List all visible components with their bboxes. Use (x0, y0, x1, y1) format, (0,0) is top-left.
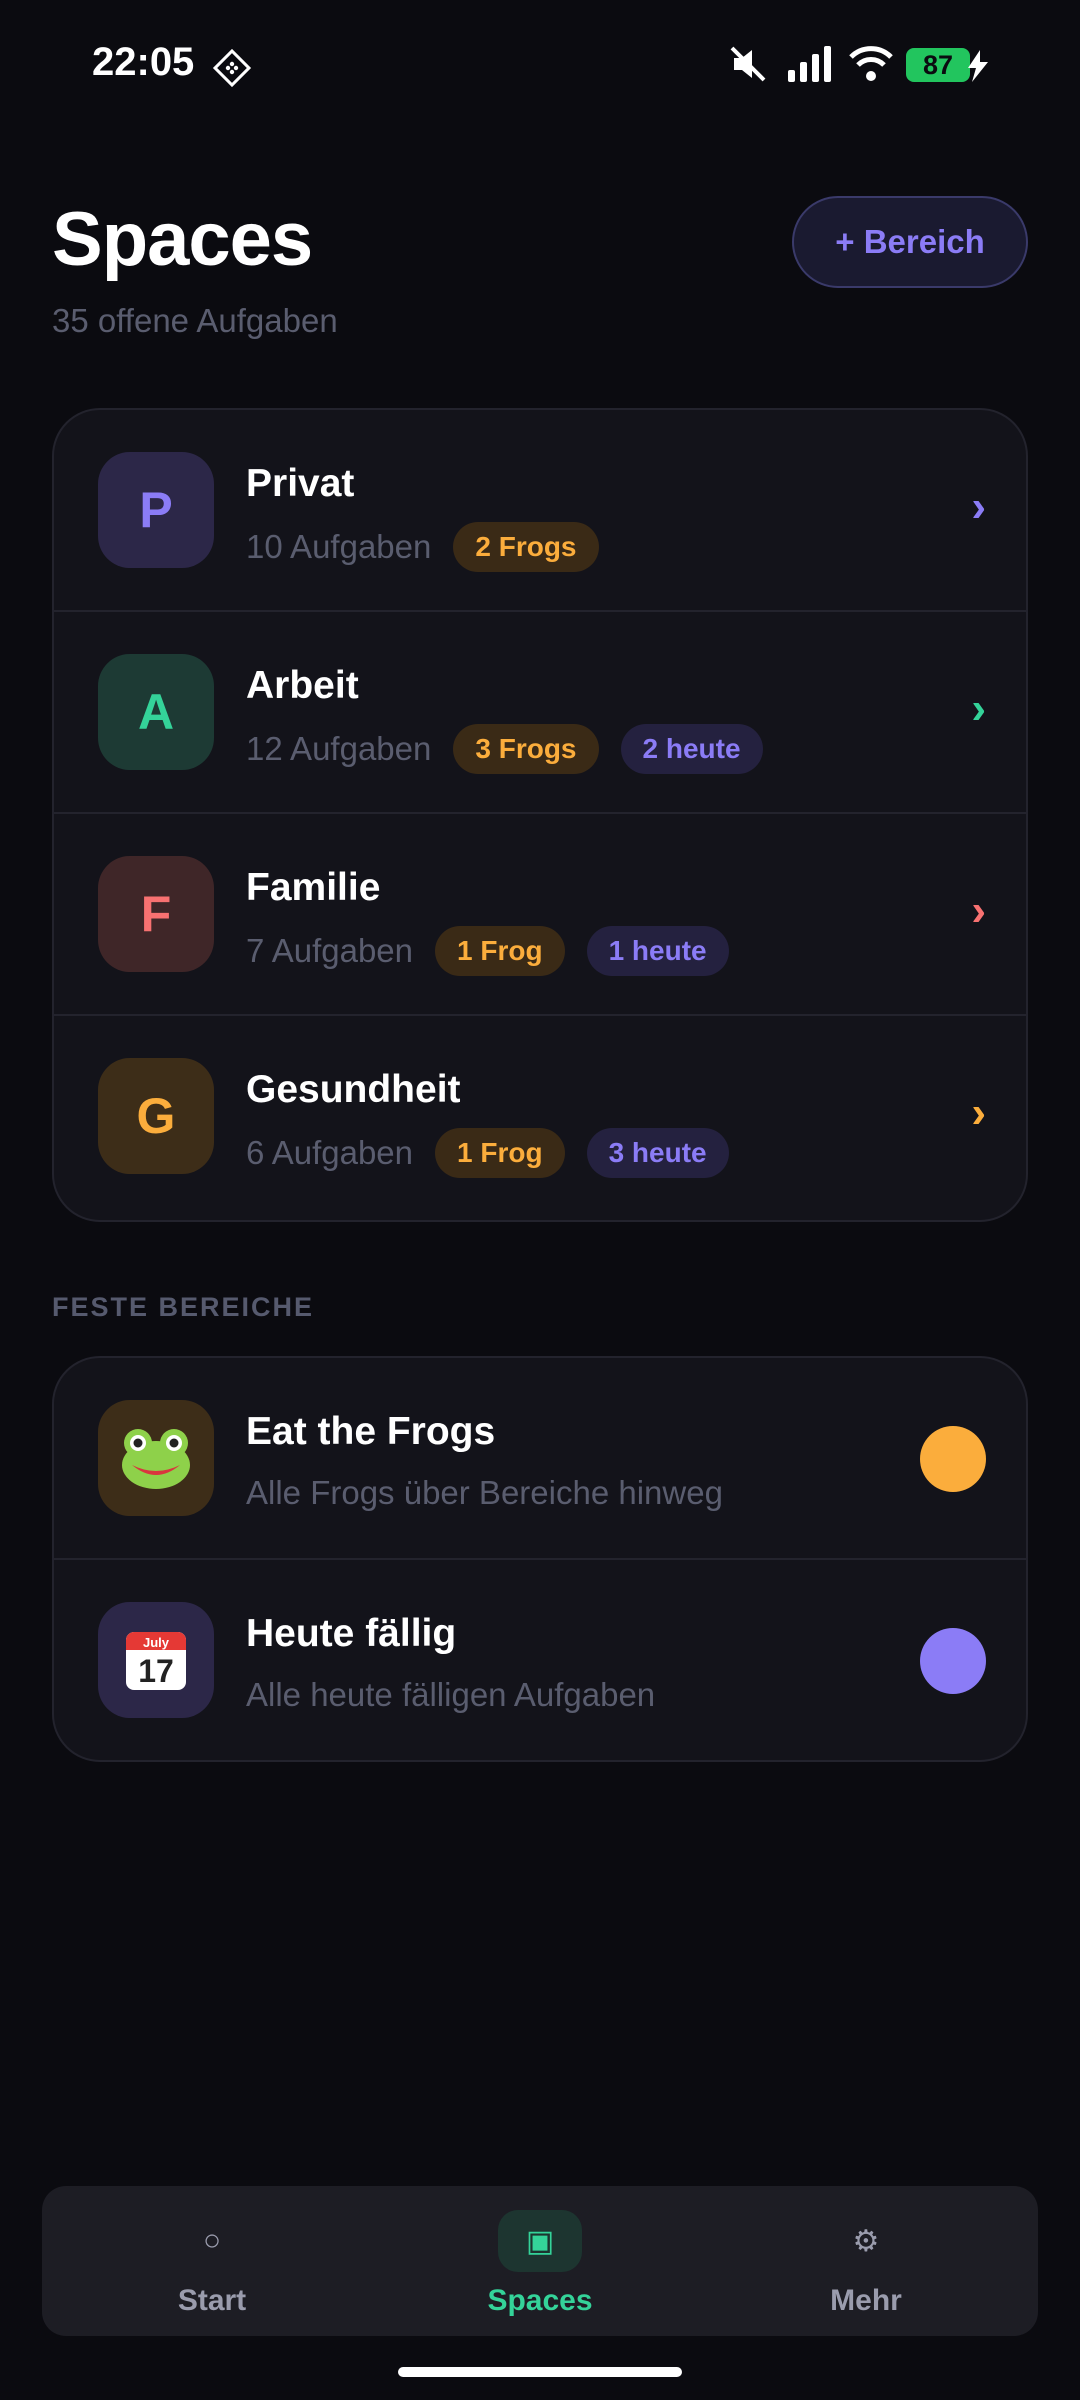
chevron-right-icon: › (971, 886, 986, 935)
nav-label: Mehr (830, 2284, 902, 2317)
frog-badge: 1 Frog (435, 926, 565, 976)
status-bar: 22:05 87 (0, 0, 1080, 130)
frog-badge: 3 Frogs (453, 724, 599, 774)
space-meta: 12 Aufgaben 3 Frogs 2 heute (246, 724, 763, 774)
section-label: FESTE BEREICHE (52, 1292, 315, 1322)
space-meta: 6 Aufgaben 1 Frog 3 heute (246, 1128, 729, 1178)
nav-start[interactable]: ○ Start (112, 2186, 312, 2336)
space-meta: 7 Aufgaben 1 Frog 1 heute (246, 926, 729, 976)
chevron-right-icon: › (971, 1088, 986, 1137)
space-avatar: A (98, 654, 214, 770)
fixed-row-today[interactable]: July 17 Heute fällig Alle heute fälligen… (54, 1560, 1026, 1760)
space-avatar: P (98, 452, 214, 568)
space-name: Gesundheit (246, 1068, 461, 1111)
today-badge: 2 heute (620, 724, 763, 774)
today-badge: 1 heute (586, 926, 729, 976)
nav-label: Start (177, 2284, 247, 2317)
nav-label: Spaces (487, 2284, 593, 2317)
chevron-right-icon: › (971, 684, 986, 733)
space-name: Privat (246, 462, 355, 505)
task-count: 12 Aufgaben (246, 730, 432, 767)
space-row-arbeit[interactable]: A Arbeit 12 Aufgaben 3 Frogs 2 heute › (54, 612, 1026, 814)
nav-spaces[interactable]: ▣ Spaces (440, 2186, 640, 2336)
nav-mehr[interactable]: ⚙ Mehr (766, 2186, 966, 2336)
space-row-familie[interactable]: F Familie 7 Aufgaben 1 Frog 1 heute › (54, 814, 1026, 1016)
fixed-desc: Alle heute fälligen Aufgaben (246, 1676, 656, 1713)
chevron-right-icon: › (971, 482, 986, 531)
signal-icon (788, 46, 831, 82)
add-space-button[interactable]: + Bereich (792, 196, 1028, 288)
bottom-nav: ○ Start ▣ Spaces ⚙ Mehr (42, 2186, 1038, 2336)
space-meta: 10 Aufgaben 2 Frogs (246, 522, 599, 572)
home-indicator[interactable] (398, 2367, 682, 2377)
frog-icon (98, 1400, 214, 1516)
mute-icon (730, 46, 766, 82)
calendar-icon: July 17 (98, 1602, 214, 1718)
frog-badge: 1 Frog (435, 1128, 565, 1178)
open-tasks-count: 35 offene Aufgaben (52, 302, 338, 339)
task-count: 10 Aufgaben (246, 528, 432, 565)
fixed-name: Eat the Frogs (246, 1410, 496, 1453)
fixed-name: Heute fällig (246, 1612, 457, 1655)
space-name: Familie (246, 866, 381, 909)
status-time: 22:05 (92, 40, 195, 84)
status-dot (920, 1628, 986, 1694)
today-badge: 3 heute (586, 1128, 729, 1178)
spaces-list: P Privat 10 Aufgaben 2 Frogs › A Arbeit … (52, 408, 1028, 1222)
fixed-desc: Alle Frogs über Bereiche hinweg (246, 1474, 723, 1511)
wifi-icon (849, 46, 893, 81)
task-count: 7 Aufgaben (246, 932, 413, 969)
frog-badge: 2 Frogs (453, 522, 599, 572)
app-notification-icon (212, 48, 252, 88)
space-row-gesundheit[interactable]: G Gesundheit 6 Aufgaben 1 Frog 3 heute › (54, 1016, 1026, 1218)
circle-icon: ○ (202, 2224, 222, 2257)
space-row-privat[interactable]: P Privat 10 Aufgaben 2 Frogs › (54, 410, 1026, 612)
fixed-spaces-list: Eat the Frogs Alle Frogs über Bereiche h… (52, 1356, 1028, 1762)
gear-icon: ⚙ (852, 2224, 880, 2258)
calendar-month: July (143, 1635, 170, 1650)
task-count: 6 Aufgaben (246, 1134, 413, 1171)
space-name: Arbeit (246, 664, 359, 707)
charging-icon (968, 50, 988, 82)
space-avatar: F (98, 856, 214, 972)
battery-indicator: 87 (906, 48, 970, 82)
calendar-day: 17 (138, 1653, 174, 1689)
status-dot (920, 1426, 986, 1492)
page-title: Spaces (52, 197, 313, 282)
space-avatar: G (98, 1058, 214, 1174)
fixed-row-frogs[interactable]: Eat the Frogs Alle Frogs über Bereiche h… (54, 1358, 1026, 1560)
square-icon: ▣ (498, 2210, 582, 2272)
